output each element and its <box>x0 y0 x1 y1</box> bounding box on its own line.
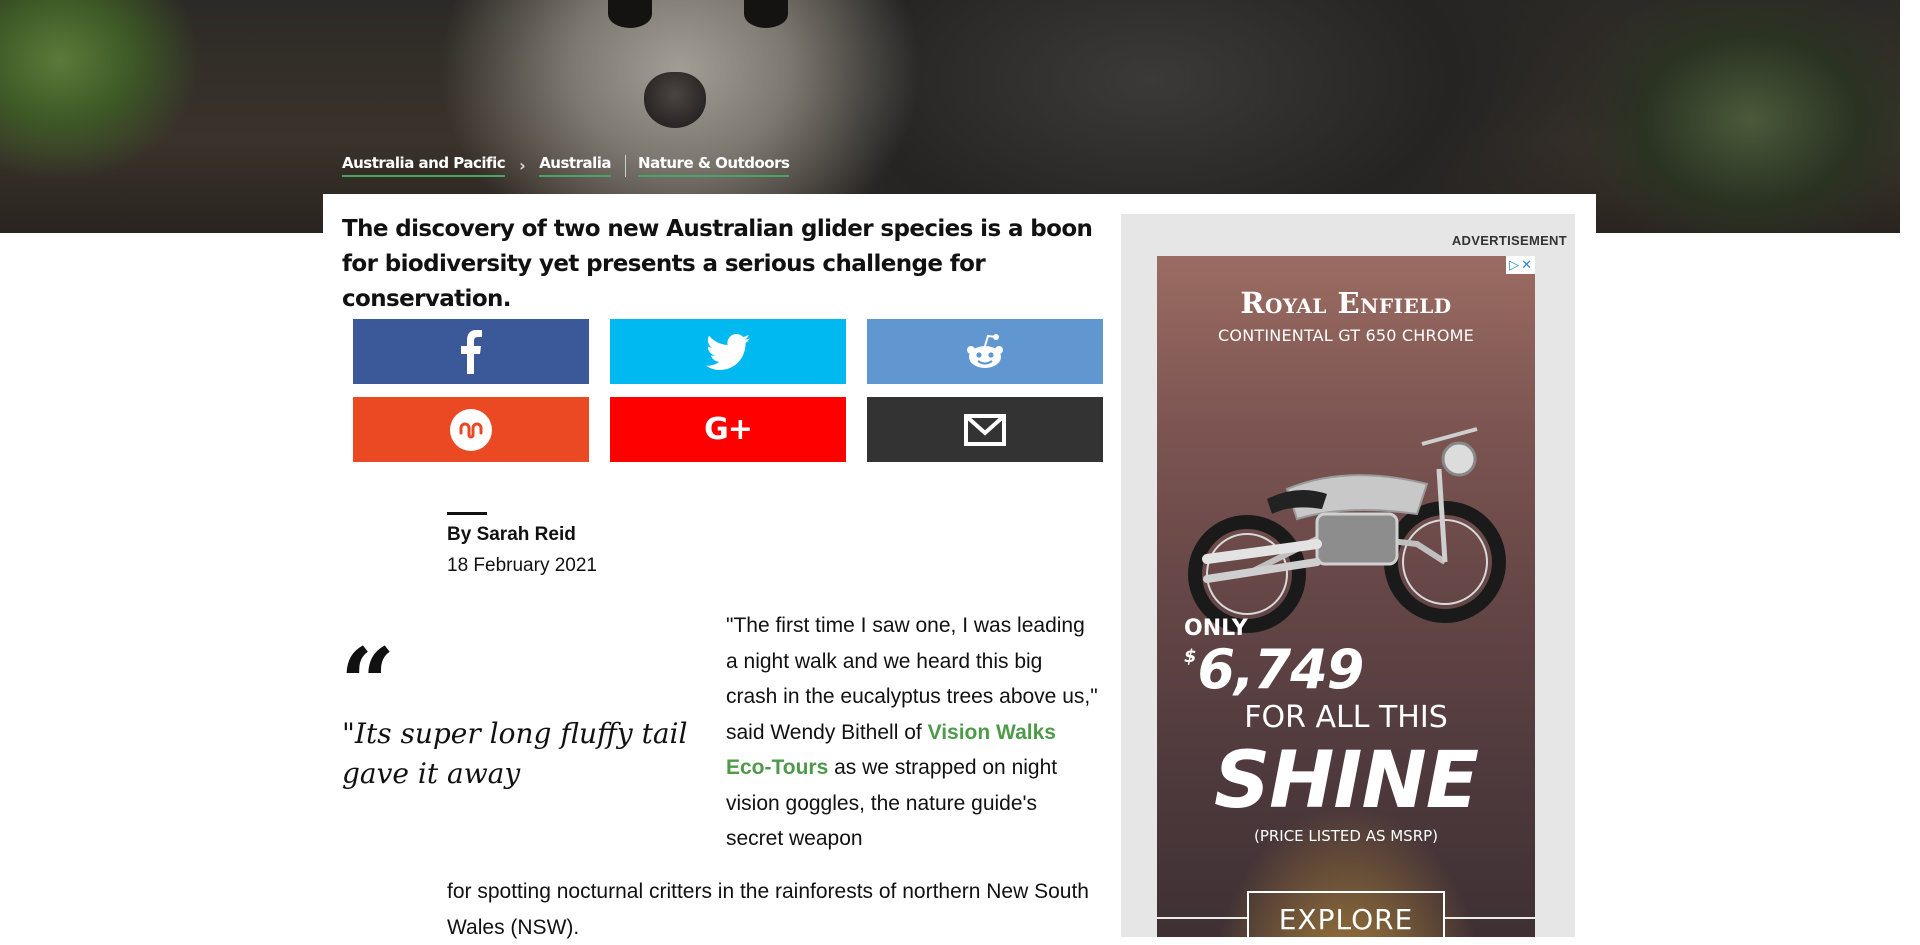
breadcrumb: Australia and Pacific › Australia Nature… <box>342 154 790 177</box>
byline-date: 18 February 2021 <box>447 555 597 576</box>
chevron-right-icon: › <box>519 156 526 175</box>
advertisement-panel: ADVERTISEMENT ▷ ✕ Royal Enfield CONTINEN… <box>1121 214 1575 937</box>
share-reddit-button[interactable] <box>867 319 1103 384</box>
ad-choices-icon[interactable]: ▷ <box>1509 257 1519 273</box>
ad-price-value: 6,749 <box>1197 638 1365 701</box>
ad-creative[interactable]: ▷ ✕ Royal Enfield CONTINENTAL GT 650 CHR… <box>1157 256 1535 937</box>
ad-explore-button[interactable]: EXPLORE <box>1247 891 1445 937</box>
pull-quote: "Its super long fluffy tail gave it away <box>342 717 688 790</box>
ad-brand: Royal Enfield <box>1240 286 1452 320</box>
breadcrumb-australia[interactable]: Australia <box>539 154 612 177</box>
article-paragraph-continued: for spotting nocturnal critters in the r… <box>447 880 1089 939</box>
ad-divider <box>1157 917 1247 919</box>
twitter-icon <box>706 333 750 370</box>
hero-animal-nose <box>644 72 706 128</box>
ad-model: CONTINENTAL GT 650 CHROME <box>1218 326 1474 345</box>
share-stumbleupon-button[interactable] <box>353 397 589 462</box>
hero-animal-eye <box>608 0 652 28</box>
ad-price-symbol: $ <box>1184 646 1196 667</box>
byline-rule <box>447 512 487 515</box>
stumbleupon-icon <box>450 408 492 451</box>
share-email-button[interactable] <box>867 397 1103 462</box>
breadcrumb-nature-outdoors[interactable]: Nature & Outdoors <box>638 154 790 177</box>
hero-animal-eye <box>744 0 788 28</box>
ad-for-all: FOR ALL THIS <box>1244 700 1448 735</box>
motorcycle-icon <box>1188 427 1506 633</box>
ad-shine: SHINE <box>1213 736 1479 826</box>
ad-price: $6,749 <box>1184 638 1365 701</box>
email-icon <box>964 413 1006 446</box>
share-twitter-button[interactable] <box>610 319 846 384</box>
breadcrumb-divider <box>625 154 627 177</box>
share-facebook-button[interactable] <box>353 319 589 384</box>
reddit-icon <box>967 333 1003 368</box>
ad-close-icon[interactable]: ✕ <box>1521 257 1532 273</box>
ad-divider <box>1445 917 1535 919</box>
article-paragraph: "The first time I saw one, I was leading… <box>726 608 1098 857</box>
google-plus-icon: G+ <box>704 412 753 447</box>
ad-msrp: (PRICE LISTED AS MSRP) <box>1253 827 1439 845</box>
share-google-plus-button[interactable]: G+ <box>610 397 846 462</box>
share-buttons: G+ <box>353 319 1105 462</box>
breadcrumb-australia-and-pacific[interactable]: Australia and Pacific <box>342 154 506 177</box>
facebook-icon <box>461 329 482 374</box>
article-headline: The discovery of two new Australian glid… <box>342 216 1093 312</box>
advertisement-label: ADVERTISEMENT <box>1451 233 1567 248</box>
byline-author: By Sarah Reid <box>447 524 576 545</box>
ad-choices[interactable]: ▷ ✕ <box>1506 256 1535 274</box>
